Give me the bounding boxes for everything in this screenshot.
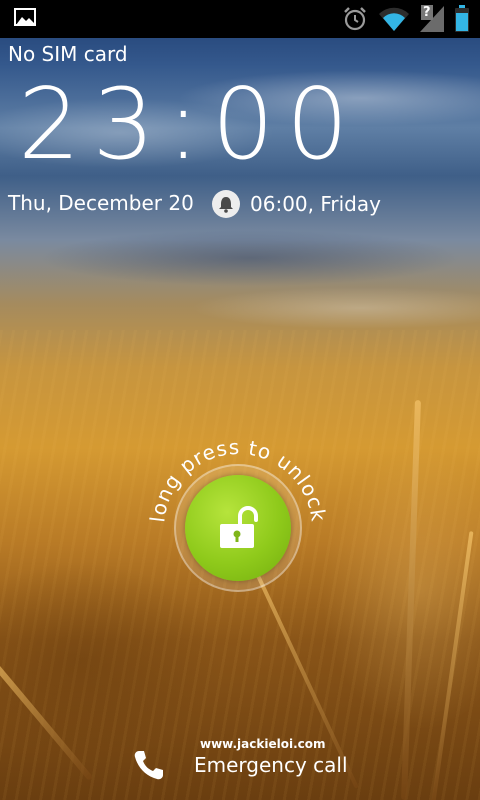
- unlock-icon: [220, 506, 258, 548]
- lock-clock: 23:00: [18, 68, 361, 182]
- gallery-icon: [14, 8, 36, 26]
- unlock-button[interactable]: [185, 475, 291, 581]
- status-icons: ?: [342, 5, 470, 33]
- no-sim-indicator: ?: [420, 5, 444, 32]
- status-bar: ?: [0, 0, 480, 38]
- unlock-widget: long press to unlock: [130, 420, 346, 636]
- carrier-label: No SIM card: [8, 42, 128, 66]
- bell-icon: [212, 190, 240, 218]
- next-alarm: 06:00, Friday: [212, 190, 381, 218]
- lockscreen: ? No SIM card 23:00 Thu, December 20 06:…: [0, 0, 480, 800]
- battery-icon: [455, 5, 469, 32]
- phone-icon: [134, 751, 163, 780]
- date-label: Thu, December 20: [8, 191, 194, 215]
- emergency-call-button[interactable]: Emergency call: [132, 748, 348, 782]
- emergency-call-label: Emergency call: [194, 753, 348, 777]
- alarm-icon: [344, 7, 366, 31]
- next-alarm-label: 06:00, Friday: [250, 192, 381, 216]
- no-sim-icon: ?: [421, 5, 433, 20]
- wifi-icon: [379, 7, 409, 32]
